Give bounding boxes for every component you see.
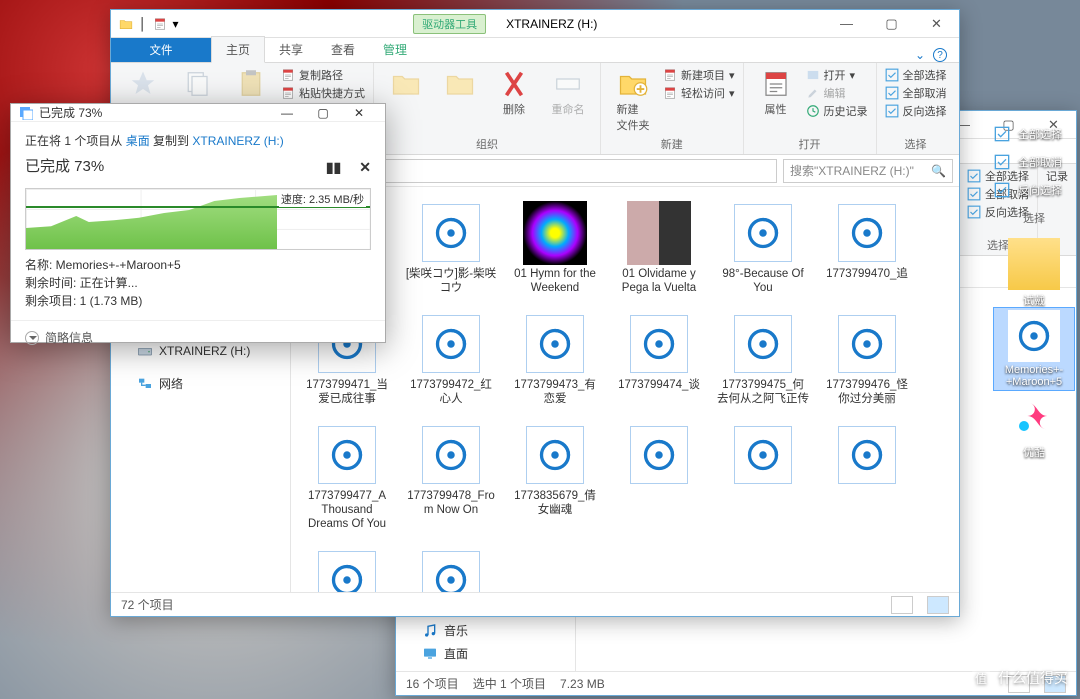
history-button[interactable]: 历史记录	[806, 103, 868, 119]
qat-divider: │	[139, 17, 147, 31]
qat-icon[interactable]	[153, 17, 167, 31]
desktop-icon[interactable]: 优酷	[994, 390, 1074, 460]
delete-button[interactable]: 删除	[490, 67, 538, 119]
select-none[interactable]: 全部取消	[885, 85, 947, 101]
desktop-icon[interactable]: Memories+-+Maroon+5	[994, 308, 1074, 390]
paste-button[interactable]	[227, 67, 275, 101]
titlebar[interactable]: │ ▾ 驱动器工具 XTRAINERZ (H:) — ▢ ✕	[111, 10, 959, 38]
tab-file[interactable]: 文件	[111, 38, 211, 62]
file-item[interactable]	[609, 419, 709, 536]
file-item[interactable]: 1773835679_倩女幽魂	[505, 419, 605, 536]
app-icon	[119, 17, 133, 31]
ribbon-overflow-select-all[interactable]: 全部选择	[994, 126, 1074, 142]
search-icon[interactable]: 🔍	[931, 164, 946, 178]
item-count: 16 个项目	[406, 675, 459, 692]
desktop-icons: 全部选择 全部取消 反向选择 选择 试戴Memories+-+Maroon+5优…	[994, 126, 1074, 460]
cancel-button[interactable]: ✕	[359, 159, 371, 176]
dialog-max-button[interactable]: ▢	[305, 106, 341, 120]
item-count: 72 个项目	[121, 596, 174, 613]
file-item[interactable]: 1773799478_From Now On	[401, 419, 501, 536]
file-item[interactable]: 01 Hymn for the Weekend	[505, 197, 605, 300]
file-item[interactable]: 1773799475_何去何从之阿飞正传	[713, 308, 813, 411]
watermark: 值什么值得买	[970, 667, 1068, 689]
percent-complete: 已完成 73%	[25, 155, 104, 176]
select-all[interactable]: 全部选择	[885, 67, 947, 83]
file-item[interactable]: 98°-Because Of You	[713, 197, 813, 300]
file-item[interactable]	[297, 544, 397, 592]
copy-progress-dialog[interactable]: 已完成 73% —▢✕ 正在将 1 个项目从 桌面 复制到 XTRAINERZ …	[10, 103, 386, 343]
file-grid[interactable]: [][月之恋人]Love.Rain[柴咲コウ]影-柴咲コウ01 Hymn for…	[291, 187, 959, 592]
selection-info: 选中 1 个项目	[473, 675, 546, 692]
copy-path[interactable]: 复制路径	[281, 67, 365, 83]
file-item[interactable]: [柴咲コウ]影-柴咲コウ	[401, 197, 501, 300]
help-icon[interactable]: ?	[933, 48, 947, 62]
edit-button[interactable]: 编辑	[806, 85, 868, 101]
new-folder-button[interactable]: 新建 文件夹	[609, 67, 657, 134]
min-button[interactable]: —	[824, 10, 869, 38]
copy-details: 名称: Memories+-+Maroon+5 剩余时间: 正在计算... 剩余…	[25, 256, 371, 310]
new-item[interactable]: 新建项目 ▾	[663, 67, 735, 83]
ribbon-overflow-invert[interactable]: 反向选择	[994, 182, 1074, 198]
file-item[interactable]: 1773799473_有恋爱	[505, 308, 605, 411]
dialog-title: 已完成 73%	[39, 104, 263, 121]
selection-size: 7.23 MB	[560, 677, 605, 691]
window-title: XTRAINERZ (H:)	[506, 17, 597, 31]
file-item[interactable]: 1773799476_怪你过分美丽	[817, 308, 917, 411]
tree-item[interactable]: 音乐	[396, 619, 575, 642]
speed-graph: 速度: 2.35 MB/秒	[25, 188, 371, 250]
file-item[interactable]: 1773799470_追	[817, 197, 917, 300]
copy-summary-line: 正在将 1 个项目从 桌面 复制到 XTRAINERZ (H:)	[25, 132, 371, 149]
tab-manage[interactable]: 管理	[369, 37, 421, 62]
group-organize-label: 组织	[382, 134, 592, 152]
rename-button[interactable]: 重命名	[544, 67, 592, 119]
tab-share[interactable]: 共享	[265, 37, 317, 62]
view-details-button[interactable]	[891, 596, 913, 614]
file-item[interactable]: 1773799472_红心人	[401, 308, 501, 411]
pin-button[interactable]	[119, 67, 167, 101]
drive-tools-tab[interactable]: 驱动器工具	[413, 14, 486, 34]
copy-button[interactable]	[173, 67, 221, 101]
file-item[interactable]	[817, 419, 917, 536]
file-item[interactable]: 01 Olvidame y Pega la Vuelta	[609, 197, 709, 300]
close-button[interactable]: ✕	[914, 10, 959, 38]
ribbon-tabs: 文件 主页 共享 查看 管理 ⌄?	[111, 38, 959, 63]
group-select-label: 选择	[885, 134, 947, 152]
qat-dropdown[interactable]: ▾	[173, 17, 179, 31]
ribbon-collapse-icon[interactable]: ⌄	[915, 48, 925, 62]
tree-item[interactable]: 直面	[396, 642, 575, 665]
move-to[interactable]	[382, 67, 430, 101]
dialog-min-button[interactable]: —	[269, 106, 305, 120]
file-item[interactable]: 1773799474_谈	[609, 308, 709, 411]
status-bar: 72 个项目	[111, 592, 959, 616]
pause-button[interactable]: ▮▮	[326, 159, 341, 176]
file-item[interactable]	[401, 544, 501, 592]
copy-to[interactable]	[436, 67, 484, 101]
tab-home[interactable]: 主页	[211, 36, 265, 63]
properties-button[interactable]: 属性	[752, 67, 800, 119]
copy-dialog-icon	[19, 106, 33, 120]
speed-label: 速度: 2.35 MB/秒	[279, 191, 366, 207]
paste-shortcut[interactable]: 粘贴快捷方式	[281, 85, 365, 101]
tree-item[interactable]: 网络	[111, 372, 290, 395]
toggle-details[interactable]: 简略信息	[11, 320, 385, 354]
open-button[interactable]: 打开 ▾	[806, 67, 868, 83]
desktop-icon[interactable]: 试戴	[994, 238, 1074, 308]
max-button[interactable]: ▢	[869, 10, 914, 38]
dialog-close-button[interactable]: ✕	[341, 106, 377, 120]
file-item[interactable]	[713, 419, 813, 536]
view-icons-button[interactable]	[927, 596, 949, 614]
tab-view[interactable]: 查看	[317, 37, 369, 62]
easy-access[interactable]: 轻松访问 ▾	[663, 85, 735, 101]
ribbon-overflow-select-none[interactable]: 全部取消	[994, 154, 1074, 170]
search-input[interactable]: 搜索"XTRAINERZ (H:)"🔍	[783, 159, 953, 183]
chevron-down-icon	[25, 331, 39, 345]
file-item[interactable]: 1773799477_A Thousand Dreams Of You	[297, 419, 397, 536]
group-open-label: 打开	[752, 134, 868, 152]
group-new-label: 新建	[609, 134, 735, 152]
select-invert[interactable]: 反向选择	[885, 103, 947, 119]
